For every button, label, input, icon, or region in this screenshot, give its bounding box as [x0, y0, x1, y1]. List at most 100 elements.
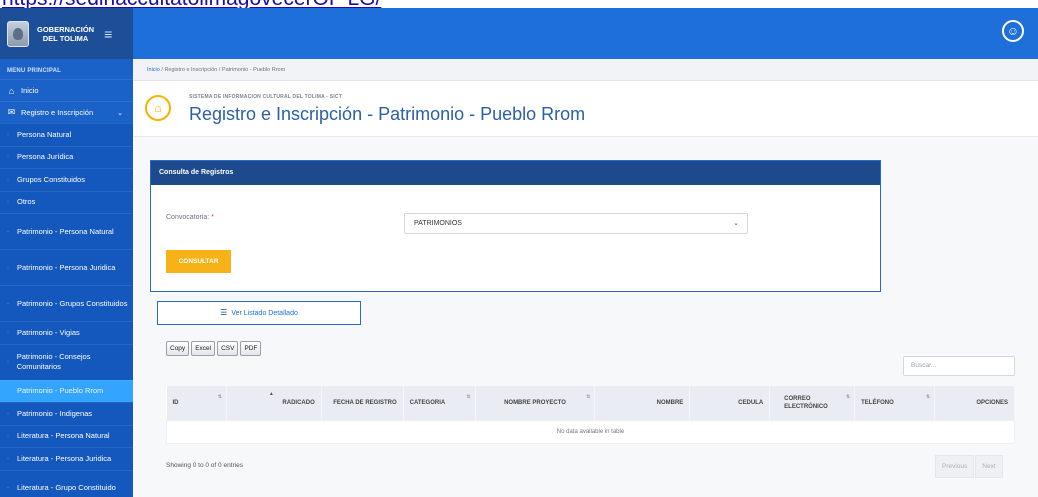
sidebar-item-patrimonio-persona-juridica[interactable]: · Patrimonio - Persona Juridica	[0, 249, 133, 285]
home-glyph: ⌂	[154, 101, 162, 115]
column-header-telefono[interactable]: TELÉFONO ⇅	[854, 386, 936, 420]
sidebar-item-label: Literatura - Persona Natural	[17, 431, 110, 441]
bullet-icon: ·	[7, 433, 9, 440]
sidebar-item-patrimonio-consejos-comunitarios[interactable]: · Patrimonio - Consejos Comunitarios	[0, 343, 133, 380]
sidebar-item-label: Literatura - Persona Juridica	[17, 453, 112, 463]
sidebar-item-grupos-constituidos[interactable]: · Grupos Constituidos	[0, 168, 133, 191]
column-header-label: CORREO ELECTRÓNICO	[784, 395, 828, 410]
url-text: https://sedinaccultatolimagovecerOF LG/	[2, 0, 381, 8]
next-button[interactable]: Next	[975, 455, 1003, 478]
csv-button[interactable]: CSV	[217, 341, 239, 356]
page-title: Registro e Inscripción - Patrimonio - Pu…	[189, 104, 586, 124]
sidebar-section-registro[interactable]: ✉ Registro e Inscripción ⌄	[0, 101, 133, 123]
column-header-label: NOMBRE	[656, 399, 684, 406]
column-header-cedula[interactable]: CEDULA	[689, 386, 771, 420]
user-circle-icon[interactable]: ☺	[1002, 20, 1024, 42]
pdf-button[interactable]: PDF	[240, 341, 262, 356]
user-glyph: ☺	[1006, 24, 1020, 38]
column-header-id[interactable]: ID ⇅	[166, 386, 227, 420]
copy-button[interactable]: Copy	[166, 341, 190, 356]
pagination: Previous Next	[935, 455, 1003, 478]
sidebar-item-label: Grupos Constituidos	[17, 174, 85, 184]
sidebar-item-patrimonio-persona-natural[interactable]: · Patrimonio - Persona Natural	[0, 213, 133, 249]
excel-button[interactable]: Excel	[191, 341, 216, 356]
sidebar-item-patrimonio-vigias[interactable]: · Patrimonio - Vigias	[0, 321, 133, 344]
ver-listado-detallado-button[interactable]: ☰ Ver Listado Detallado	[157, 301, 361, 325]
chevron-down-icon: ⌄	[733, 220, 739, 227]
sidebar-item-label: Otros	[17, 197, 36, 207]
column-header-label: RADICADO	[282, 399, 315, 406]
home-icon: ⌂	[8, 85, 15, 96]
sidebar-item-label: Patrimonio - Pueblo Rrom	[17, 386, 104, 396]
brand-line2: DEL TOLIMA	[42, 33, 89, 43]
sidebar-item-otros[interactable]: · Otros	[0, 190, 133, 213]
home-badge-icon: ⌂	[145, 95, 171, 121]
sidebar-item-label: Patrimonio - Indigenas	[17, 408, 93, 418]
list-icon: ☰	[220, 308, 228, 317]
sidebar-item-label: Patrimonio - Persona Natural	[17, 226, 114, 236]
sidebar-item-label: Inicio	[21, 86, 39, 95]
column-header-categoria[interactable]: CATEGORIA ⇅	[403, 386, 476, 420]
convocatoria-selected-value: PATRIMONIOS	[414, 220, 462, 227]
menu-header: MENU PRINCIPAL	[7, 68, 62, 74]
bullet-icon: ·	[7, 388, 9, 395]
sidebar-item-label: Persona Jurídica	[17, 152, 74, 162]
table-header-row: ID ⇅ RADICADO ▲ FECHA DE REGISTRO CATEGORI…	[166, 386, 1015, 420]
sidebar-item-label: Patrimonio - Consejos Comunitarios	[16, 352, 91, 371]
sidebar-item-literatura-grupo-constituido[interactable]: · Literatura - Grupo Constituido	[0, 469, 133, 497]
chevron-down-icon: ⌄	[117, 109, 123, 117]
hamburger-icon[interactable]: ≡	[104, 27, 112, 41]
column-header-radicado[interactable]: RADICADO ▲	[226, 386, 322, 420]
column-header-correo[interactable]: CORREO ELECTRÓNICO ⇅	[769, 386, 856, 420]
sidebar-item-label: Patrimonio - Persona Juridica	[17, 262, 116, 272]
column-header-fecha[interactable]: FECHA DE REGISTRO	[321, 386, 404, 420]
consulta-card: Consulta de Registros Convocatoria: * PA…	[150, 160, 881, 292]
sidebar-item-literatura-persona-juridica[interactable]: · Literatura - Persona Juridica	[0, 447, 133, 470]
browser-url-strip: https://sedinaccultatolimagovecerOF LG/	[0, 0, 1038, 8]
sidebar-item-label: Patrimonio - Grupos Constituidos	[17, 298, 128, 308]
bullet-icon: ·	[7, 228, 9, 235]
brand-line1: GOBERNACIÓN	[37, 24, 95, 34]
bullet-icon: ·	[7, 154, 9, 161]
breadcrumb-home-link[interactable]: Inicio	[147, 67, 160, 73]
breadcrumb: Inicio / Registro e Inscripción / Patrim…	[133, 59, 1038, 81]
convocatoria-select[interactable]: PATRIMONIOS ⌄	[404, 213, 748, 234]
breadcrumb-path: Registro e Inscripción / Patrimonio - Pu…	[164, 67, 286, 73]
sort-icon: ⇅	[466, 394, 471, 400]
sidebar: GOBERNACIÓN DEL TOLIMA ≡ MENU PRINCIPAL …	[0, 8, 133, 497]
sidebar-item-patrimonio-grupos-constituidos[interactable]: · Patrimonio - Grupos Constituidos	[0, 285, 133, 321]
sidebar-item-persona-natural[interactable]: · Persona Natural	[0, 123, 133, 146]
empty-table-message: No data available in table	[166, 419, 1015, 444]
registros-table: ID ⇅ RADICADO ▲ FECHA DE REGISTRO CATEGORI…	[166, 386, 1015, 444]
sidebar-item-label: Patrimonio - Vigias	[17, 327, 80, 337]
column-header-opciones[interactable]: OPCIONES	[934, 386, 1015, 420]
sort-icon: ⇅	[586, 394, 591, 400]
column-header-label: CATEGORIA	[409, 399, 446, 406]
sort-icon: ⇅	[925, 394, 931, 400]
convocatoria-label-text: Convocatoria:	[166, 214, 210, 221]
page-header: ⌂ SISTEMA DE INFORMACION CULTURAL DEL TO…	[133, 82, 1038, 137]
brand-text: GOBERNACIÓN DEL TOLIMA	[37, 25, 94, 43]
consultar-button[interactable]: CONSULTAR	[166, 250, 231, 273]
coat-of-arms-logo	[7, 20, 29, 47]
column-header-nombre[interactable]: NOMBRE	[594, 386, 691, 420]
sidebar-item-literatura-persona-natural[interactable]: · Literatura - Persona Natural	[0, 424, 133, 447]
sidebar-item-label: Literatura - Grupo Constituido	[17, 483, 116, 492]
bullet-icon: ·	[7, 199, 9, 206]
bullet-icon: ·	[7, 410, 9, 417]
sidebar-item-persona-juridica[interactable]: · Persona Jurídica	[0, 145, 133, 168]
column-header-nombre-proyecto[interactable]: NOMBRE PROYECTO ⇅	[475, 386, 596, 420]
sidebar-item-patrimonio-indigenas[interactable]: · Patrimonio - Indigenas	[0, 402, 133, 425]
column-header-label: CEDULA	[738, 399, 764, 406]
required-mark: *	[211, 214, 214, 221]
sidebar-item-inicio[interactable]: ⌂ Inicio	[0, 79, 133, 101]
sidebar-item-patrimonio-pueblo-rrom[interactable]: · Patrimonio - Pueblo Rrom	[0, 379, 133, 402]
mail-icon: ✉	[7, 107, 16, 117]
search-input[interactable]: Buscar...	[903, 356, 1015, 376]
previous-button[interactable]: Previous	[935, 455, 975, 478]
bullet-icon: ·	[7, 131, 9, 138]
bullet-icon: ·	[7, 359, 9, 365]
ver-listado-label: Ver Listado Detallado	[231, 310, 298, 317]
export-buttons: Copy Excel CSV PDF	[166, 341, 262, 356]
bullet-icon: ·	[7, 485, 9, 491]
